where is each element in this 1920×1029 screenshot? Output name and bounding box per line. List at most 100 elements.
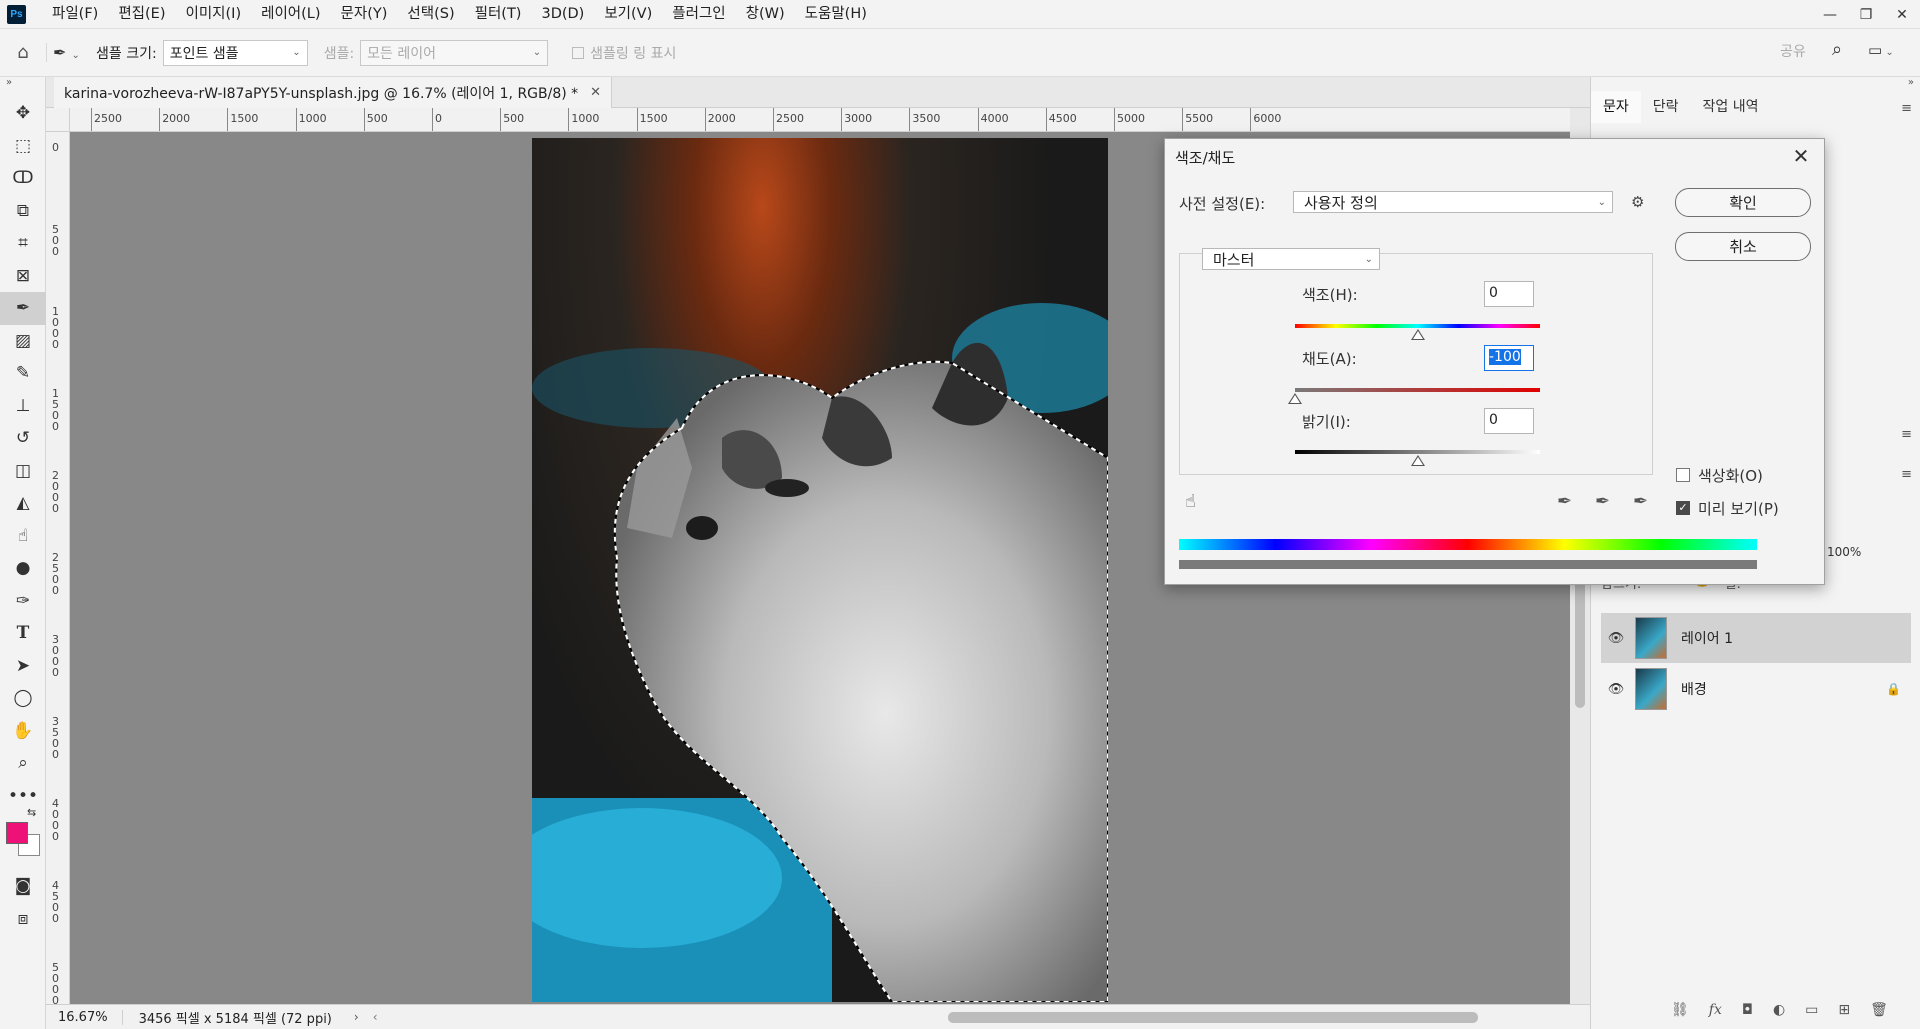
saturation-input[interactable]: -100 <box>1484 345 1534 371</box>
menu-select[interactable]: 선택(S) <box>397 0 464 29</box>
visibility-eye-icon[interactable]: 👁 <box>1601 682 1631 697</box>
visibility-eye-icon[interactable]: 👁 <box>1601 631 1631 646</box>
preset-options-gear-icon[interactable]: ⚙ <box>1631 193 1644 211</box>
panel-menu-icon[interactable]: ≡ <box>1901 467 1912 482</box>
horizontal-scrollbar[interactable] <box>306 1005 1586 1029</box>
search-icon[interactable]: ⌕ <box>1832 39 1842 60</box>
dodge-tool-icon[interactable]: ● <box>0 552 46 585</box>
zoom-level[interactable]: 16.67% <box>46 1009 123 1025</box>
close-window-button[interactable]: ✕ <box>1884 0 1920 29</box>
hue-slider-thumb[interactable] <box>1410 329 1425 340</box>
brush-tool-icon[interactable]: ✎ <box>0 357 46 390</box>
preset-select[interactable]: 사용자 정의 ⌄ <box>1293 191 1613 213</box>
path-select-tool-icon[interactable]: ➤ <box>0 650 46 683</box>
document-info[interactable]: 3456 픽셀 x 5184 픽셀 (72 ppi) <box>123 1008 332 1027</box>
more-tools-icon[interactable]: ••• <box>0 780 46 813</box>
layer-row-layer1[interactable]: 👁 레이어 1 <box>1601 613 1911 663</box>
menu-image[interactable]: 이미지(I) <box>176 0 252 29</box>
ok-button[interactable]: 확인 <box>1675 188 1811 217</box>
menu-type[interactable]: 문자(Y) <box>331 0 398 29</box>
zoom-tool-icon[interactable]: ⌕ <box>0 747 46 780</box>
hand-tool-icon[interactable]: ✋ <box>0 715 46 748</box>
lightness-slider-track[interactable] <box>1295 450 1540 454</box>
crop-tool-icon[interactable]: ⌗ <box>0 227 46 260</box>
saturation-slider-thumb[interactable] <box>1288 393 1302 404</box>
healing-brush-tool-icon[interactable]: ▨ <box>0 325 46 358</box>
share-button[interactable]: 공유 <box>1765 38 1821 66</box>
add-mask-icon[interactable]: ◘ <box>1742 1002 1753 1018</box>
home-icon[interactable]: ⌂ <box>0 42 46 63</box>
sample-select[interactable]: 모든 레이어 ⌄ <box>360 39 549 66</box>
colorize-checkbox[interactable] <box>1676 468 1690 482</box>
marquee-tool-icon[interactable]: ⬚ <box>0 130 46 163</box>
document-image[interactable] <box>532 138 1108 1002</box>
menu-layer[interactable]: 레이어(L) <box>251 0 330 29</box>
quick-mask-icon[interactable]: ◙ <box>0 870 46 903</box>
layer-row-background[interactable]: 👁 배경 🔒 <box>1601 664 1911 714</box>
cancel-button[interactable]: 취소 <box>1675 232 1811 261</box>
preview-checkbox[interactable]: ✓ <box>1676 501 1690 515</box>
object-select-tool-icon[interactable]: ⧉ <box>0 195 46 228</box>
paint-bucket-tool-icon[interactable]: ◭ <box>0 487 46 520</box>
menu-filter[interactable]: 필터(T) <box>465 0 532 29</box>
layer-opacity-value[interactable]: 100% <box>1827 545 1861 559</box>
channel-select[interactable]: 마스터 ⌄ <box>1202 248 1380 270</box>
menu-help[interactable]: 도움말(H) <box>795 0 877 29</box>
menu-window[interactable]: 창(W) <box>736 0 795 29</box>
menu-file[interactable]: 파일(F) <box>42 0 108 29</box>
new-layer-icon[interactable]: ⊞ <box>1838 1002 1850 1018</box>
maximize-button[interactable]: ❐ <box>1848 0 1884 29</box>
link-layers-icon[interactable]: ⛓ <box>1671 1002 1689 1018</box>
color-swatches[interactable]: ⇆ <box>0 806 45 870</box>
targeted-adjust-hand-icon[interactable]: ☝ <box>1185 491 1196 512</box>
layer-name[interactable]: 레이어 1 <box>1681 628 1733 648</box>
new-group-icon[interactable]: ▭ <box>1805 1002 1818 1018</box>
ellipse-tool-icon[interactable]: ◯ <box>0 682 46 715</box>
workspace-icon[interactable]: ▭ ⌄ <box>1868 41 1894 59</box>
swap-colors-icon[interactable]: ⇆ <box>27 806 36 819</box>
horizontal-scrollbar-thumb[interactable] <box>948 1012 1478 1023</box>
saturation-slider-track[interactable] <box>1295 388 1540 392</box>
frame-tool-icon[interactable]: ⊠ <box>0 260 46 293</box>
lightness-slider-thumb[interactable] <box>1410 455 1425 466</box>
sample-size-select[interactable]: 포인트 샘플 ⌄ <box>162 39 308 66</box>
minimize-button[interactable]: — <box>1812 0 1848 29</box>
stamp-tool-icon[interactable]: ⊥ <box>0 390 46 423</box>
hue-input[interactable]: 0 <box>1484 281 1534 307</box>
foreground-color-swatch[interactable] <box>6 822 28 844</box>
eyedropper-minus-icon[interactable]: ✒ <box>1633 491 1648 512</box>
hue-slider-track[interactable] <box>1295 324 1540 328</box>
eraser-tool-icon[interactable]: ◫ <box>0 455 46 488</box>
screen-mode-icon[interactable]: ⧈ <box>0 903 46 936</box>
tab-history[interactable]: 작업 내역 <box>1691 91 1771 123</box>
eyedropper-icon[interactable]: ✒ <box>1557 491 1572 512</box>
lasso-tool-icon[interactable]: ↀ <box>0 162 46 195</box>
panel-collapse-icon[interactable]: » <box>1908 77 1914 88</box>
panel-collapse-icon[interactable]: » <box>0 77 45 97</box>
lightness-input[interactable]: 0 <box>1484 408 1534 434</box>
delete-layer-icon[interactable]: 🗑 <box>1870 1002 1888 1018</box>
history-brush-tool-icon[interactable]: ↺ <box>0 422 46 455</box>
panel-menu-icon[interactable]: ≡ <box>1901 101 1912 116</box>
eyedropper-preset-icon[interactable]: ✒ ⌄ <box>46 43 86 62</box>
document-tab[interactable]: karina-vorozheeva-rW-I87aPY5Y-unsplash.j… <box>54 77 613 108</box>
eyedropper-tool-icon[interactable]: ✒ <box>0 292 46 325</box>
panel-menu-icon[interactable]: ≡ <box>1901 427 1912 442</box>
tab-character[interactable]: 문자 <box>1591 91 1641 123</box>
close-icon[interactable]: ✕ <box>1788 143 1814 169</box>
close-tab-icon[interactable]: ✕ <box>590 85 601 100</box>
menu-plugins[interactable]: 플러그인 <box>662 0 735 29</box>
move-tool-icon[interactable]: ✥ <box>0 97 46 130</box>
eyedropper-plus-icon[interactable]: ✒ <box>1595 491 1610 512</box>
menu-3d[interactable]: 3D(D) <box>531 0 594 29</box>
pen-tool-icon[interactable]: ✑ <box>0 585 46 618</box>
layer-style-icon[interactable]: fx <box>1709 1002 1722 1018</box>
tab-paragraph[interactable]: 단락 <box>1641 91 1691 123</box>
menu-edit[interactable]: 편집(E) <box>108 0 175 29</box>
menu-view[interactable]: 보기(V) <box>594 0 662 29</box>
layer-name[interactable]: 배경 <box>1681 679 1707 699</box>
show-ring-checkbox[interactable] <box>572 46 585 59</box>
type-tool-icon[interactable]: T <box>0 617 46 650</box>
adjustment-layer-icon[interactable]: ◐ <box>1773 1002 1785 1018</box>
smudge-tool-icon[interactable]: ☝ <box>0 520 46 553</box>
